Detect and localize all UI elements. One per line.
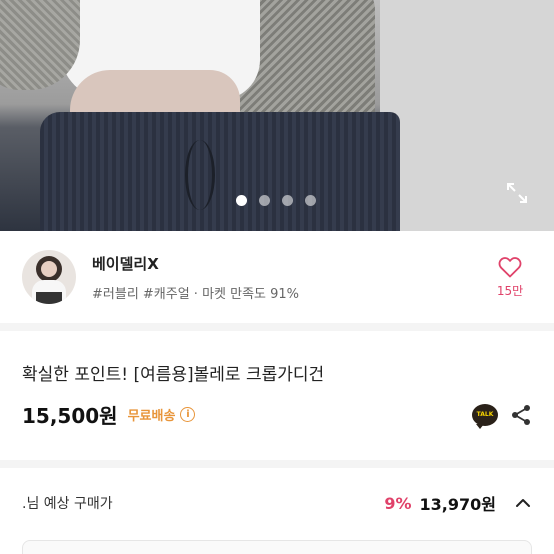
carousel-dot[interactable] [259,195,270,206]
price-actions: TALK [472,403,532,429]
free-shipping-badge: 무료배송 [127,409,176,424]
kakao-talk-icon[interactable]: TALK [472,403,498,429]
product-price: 15,500원 [22,404,118,428]
seller-tags: #러블리 #캐주얼 · 마켓 만족도 91% [92,286,300,302]
seller-info: 베이델리X #러블리 #캐주얼 · 마켓 만족도 91% [92,253,490,302]
like-count: 15만 [496,283,524,298]
expected-price-label: .님 예상 구매가 [22,496,113,512]
expected-price: 13,970원 [419,495,496,514]
price-row: 15,500원 무료배송 i TALK [22,400,532,429]
discount-rate: 9% [384,493,412,513]
seller-row[interactable]: 베이델리X #러블리 #캐주얼 · 마켓 만족도 91% 15만 [0,231,554,331]
share-icon[interactable] [510,404,532,426]
product-page: 베이델리X #러블리 #캐주얼 · 마켓 만족도 91% 15만 확실한 포인트… [0,0,554,554]
like-button[interactable]: 15만 [490,256,530,299]
carousel-dot[interactable] [282,195,293,206]
carousel-indicator [236,195,316,206]
expand-icon[interactable] [505,181,529,205]
seller-avatar[interactable] [22,250,76,304]
expected-price-row[interactable]: .님 예상 구매가 9% 13,970원 [0,468,554,538]
seller-name[interactable]: 베이델리X [92,253,490,274]
expected-price-values: 9% 13,970원 [384,491,532,515]
section-divider [0,460,554,468]
carousel-dot-active[interactable] [236,195,247,206]
product-title: 확실한 포인트! [여름용]볼레로 크롭가디건 [22,365,325,385]
heart-icon[interactable] [498,256,522,278]
product-image-carousel[interactable] [0,0,554,231]
info-icon[interactable]: i [180,407,196,422]
carousel-dot[interactable] [305,195,316,206]
expected-price-detail-card [22,540,532,554]
chevron-up-icon[interactable] [514,494,532,512]
